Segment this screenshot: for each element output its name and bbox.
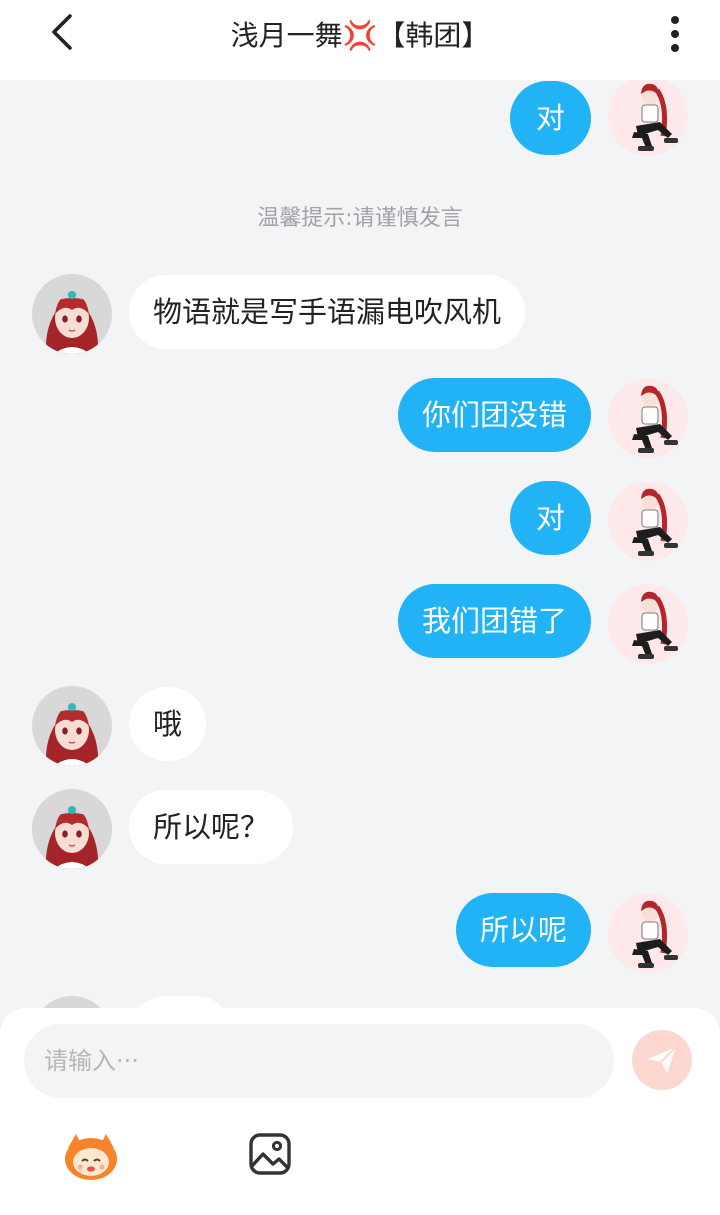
message-input[interactable] [24, 1024, 614, 1098]
top-bar: 浅月一舞💢【韩团】 [0, 0, 720, 80]
avatar-image [32, 274, 112, 354]
avatar-image [608, 378, 688, 458]
message-bubble-sent[interactable]: 对 [510, 81, 591, 155]
image-button[interactable] [248, 1132, 292, 1176]
message-bubble-sent[interactable]: 我们团错了 [397, 584, 591, 658]
message-bubble-sent[interactable]: 你们团没错 [397, 378, 591, 452]
contact-avatar[interactable] [32, 789, 112, 869]
my-avatar[interactable] [608, 584, 688, 664]
contact-avatar[interactable] [32, 686, 112, 766]
avatar-image [608, 80, 688, 156]
my-avatar[interactable] [608, 893, 688, 973]
message-bubble-received[interactable]: 所以呢？ [129, 790, 294, 864]
more-options-button[interactable] [660, 12, 690, 52]
avatar-image [608, 893, 688, 973]
message-bubble-received[interactable]: 哦 [129, 687, 207, 761]
chat-screen: 浅月一舞💢【韩团】 对 温馨提示:请谨慎发言 物语就是写手语漏电吹风机 你们团没… [0, 0, 720, 1215]
my-avatar[interactable] [608, 378, 688, 458]
my-avatar[interactable] [608, 80, 688, 156]
avatar-image [32, 686, 112, 766]
back-button[interactable] [40, 10, 90, 54]
safety-notice: 温馨提示:请谨慎发言 [257, 206, 463, 231]
send-button[interactable] [632, 1030, 692, 1090]
chat-title: 浅月一舞💢【韩团】 [230, 19, 490, 52]
message-bubble-received[interactable]: 物语就是写手语漏电吹风机 [129, 275, 526, 349]
message-list[interactable]: 对 温馨提示:请谨慎发言 物语就是写手语漏电吹风机 你们团没错 对 我们团错了 … [0, 80, 720, 1010]
paper-plane-icon [648, 1046, 677, 1073]
chevron-left-icon [52, 14, 72, 50]
message-bubble-sent[interactable]: 对 [510, 481, 591, 555]
my-avatar[interactable] [608, 481, 688, 561]
image-icon [249, 1133, 291, 1175]
avatar-image [608, 481, 688, 561]
avatar-image [32, 789, 112, 869]
avatar-image [608, 584, 688, 664]
mascot-emoji-icon [65, 1134, 117, 1180]
vertical-dots-icon [660, 16, 690, 52]
contact-avatar[interactable] [32, 274, 112, 354]
composer-panel [0, 1008, 720, 1215]
emoji-button[interactable] [62, 1130, 120, 1182]
message-bubble-sent[interactable]: 所以呢 [455, 893, 591, 967]
